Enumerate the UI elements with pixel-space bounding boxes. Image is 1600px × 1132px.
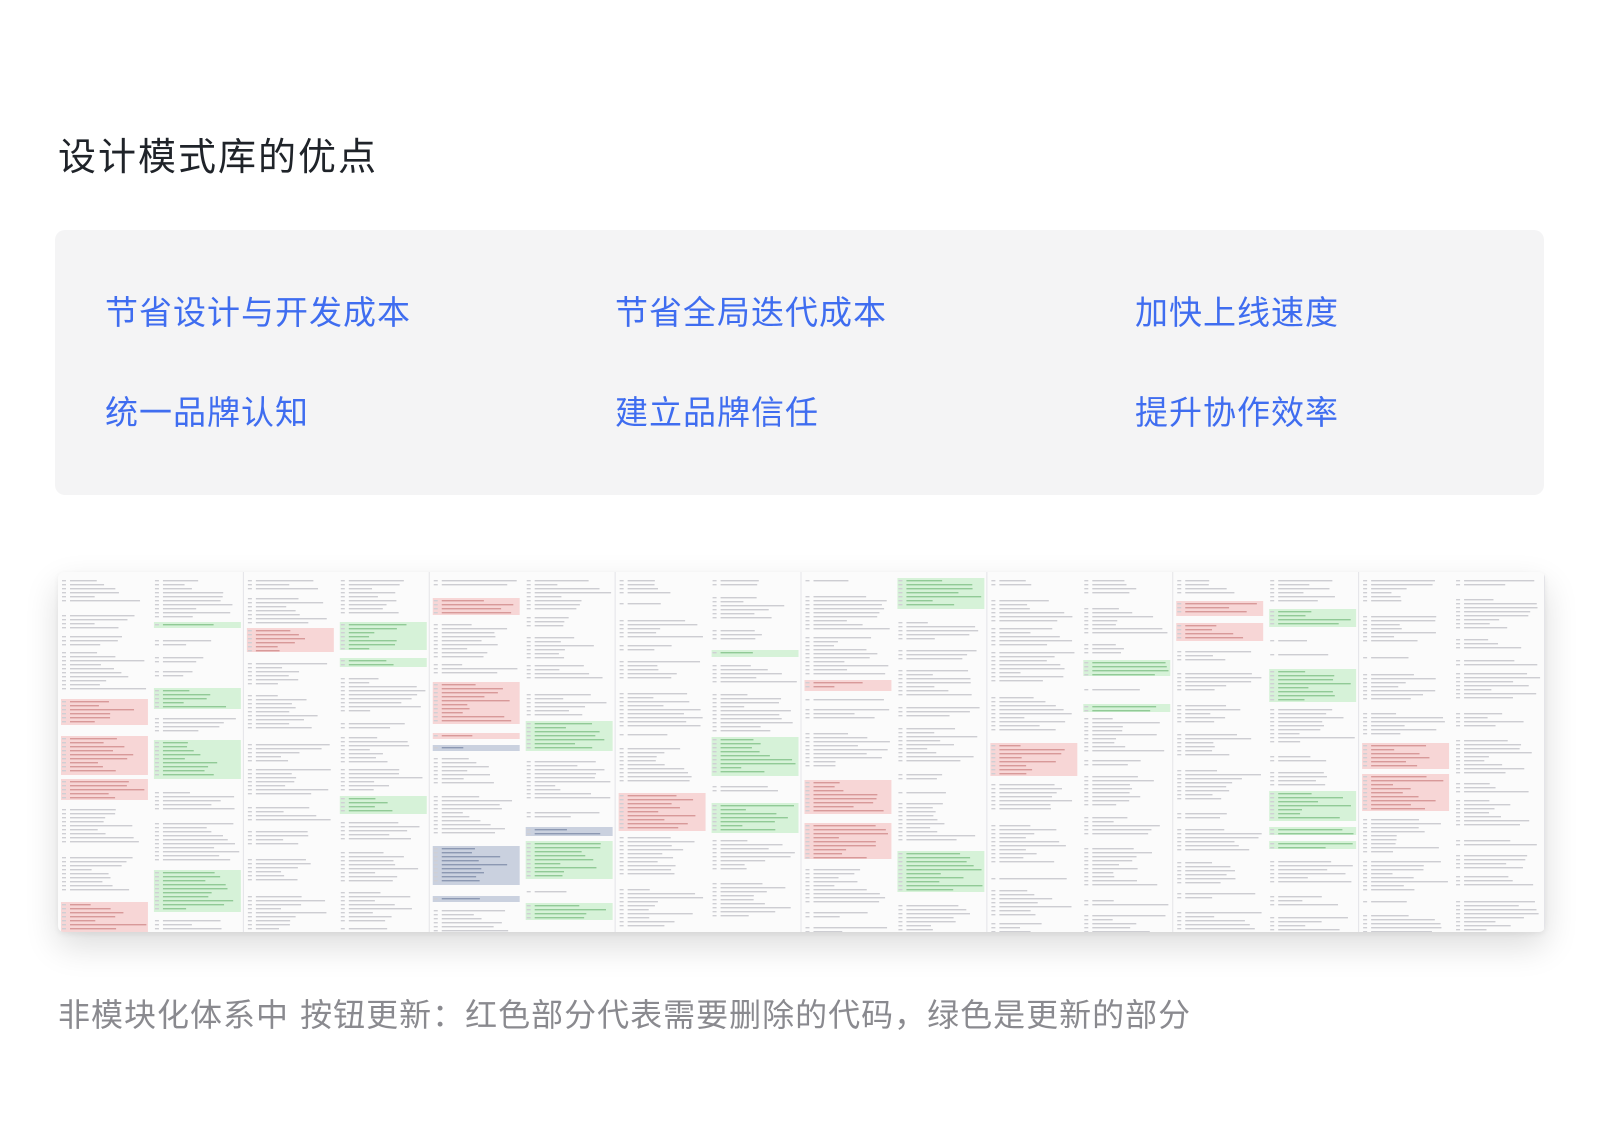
benefit-item: 建立品牌信任 [615, 393, 819, 432]
benefit-item: 统一品牌认知 [105, 393, 309, 432]
code-diff-image [61, 572, 1545, 932]
benefit-item: 节省全局迭代成本 [615, 293, 887, 332]
page-title: 设计模式库的优点 [58, 135, 379, 179]
code-diff-screenshot [58, 572, 1545, 932]
figure-caption: 非模块化体系中 按钮更新：红色部分代表需要删除的代码，绿色是更新的部分 [58, 996, 1192, 1034]
benefit-item: 节省设计与开发成本 [105, 293, 411, 332]
benefit-item: 加快上线速度 [1135, 293, 1339, 332]
benefit-item: 提升协作效率 [1135, 393, 1339, 432]
benefits-card: 节省设计与开发成本 节省全局迭代成本 加快上线速度 统一品牌认知 建立品牌信任 … [55, 230, 1544, 495]
